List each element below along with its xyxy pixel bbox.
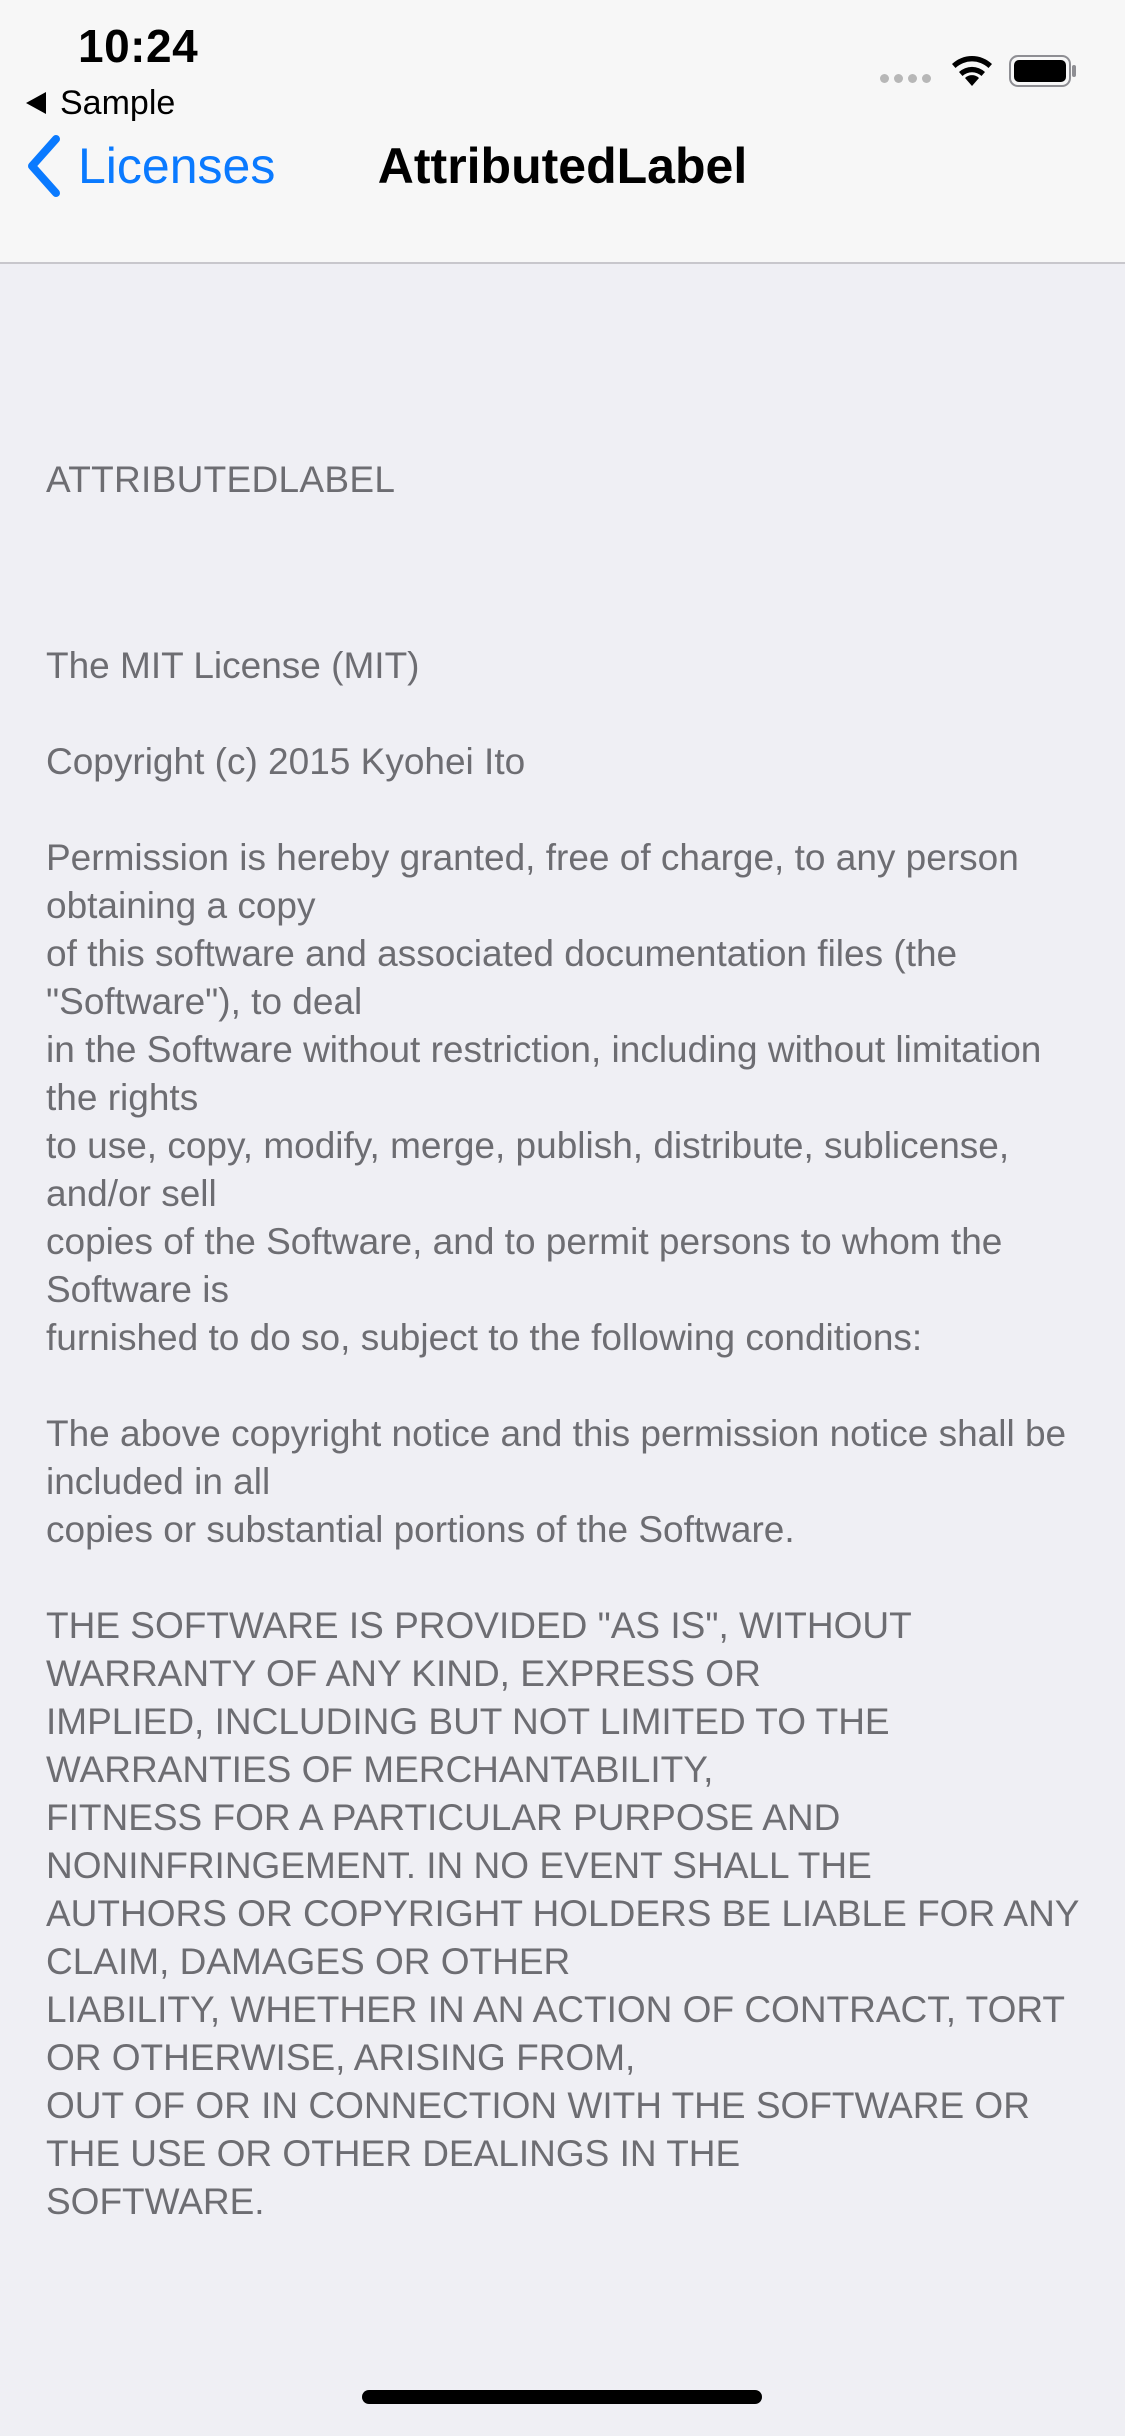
- navigation-header: 10:24 Sample Licenses AttributedLabel: [0, 0, 1125, 264]
- license-content: ATTRIBUTEDLABEL The MIT License (MIT) Co…: [46, 360, 1086, 2274]
- back-triangle-icon: [26, 92, 46, 114]
- status-time: 10:24: [78, 20, 199, 72]
- home-indicator[interactable]: [362, 2390, 762, 2404]
- cellular-signal-icon: [880, 74, 931, 83]
- status-back-to-app[interactable]: Sample: [26, 80, 175, 126]
- license-name: ATTRIBUTEDLABEL: [46, 459, 396, 500]
- battery-icon: [1009, 55, 1076, 87]
- license-text: The MIT License (MIT) Copyright (c) 2015…: [46, 645, 1079, 2222]
- page-title: AttributedLabel: [377, 138, 748, 194]
- wifi-icon: [952, 56, 992, 86]
- status-back-app-label: Sample: [60, 84, 176, 122]
